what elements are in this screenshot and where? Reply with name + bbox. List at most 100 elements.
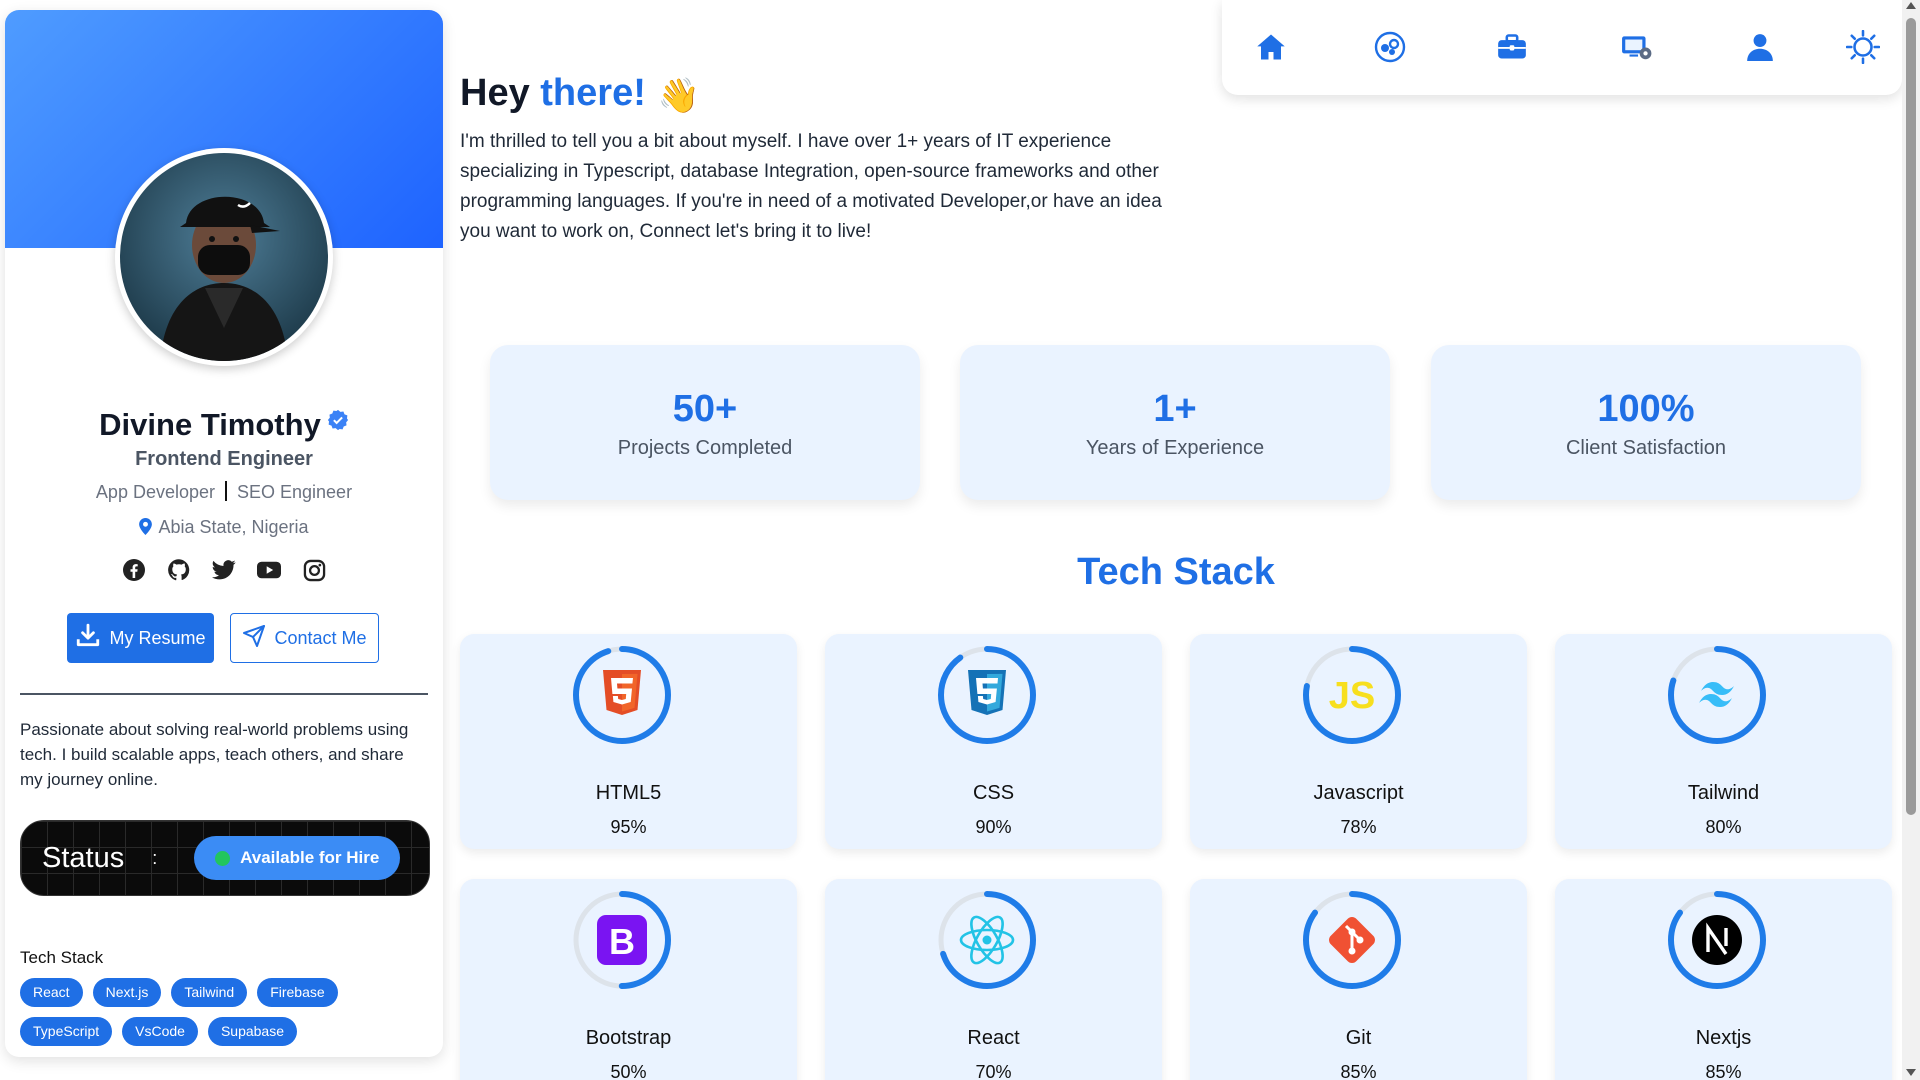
instagram-icon[interactable] <box>302 558 326 582</box>
nextjs-icon <box>1692 915 1742 965</box>
status-dot-icon <box>215 850 231 866</box>
stack-chips: React Next.js Tailwind Firebase TypeScri… <box>20 978 430 1046</box>
social-links <box>5 558 443 582</box>
skill-progress-ring: JS <box>1303 646 1401 744</box>
hero-title: Hey there! 👋 <box>460 72 700 116</box>
status-badge: Available for Hire <box>194 836 401 880</box>
profile-actions: My Resume Contact Me <box>67 613 379 663</box>
resume-button[interactable]: My Resume <box>67 613 214 663</box>
profile-subroles: App Developer SEO Engineer <box>5 481 443 503</box>
contact-button-label: Contact Me <box>274 627 367 648</box>
skill-card-react: React 70% <box>825 879 1162 1080</box>
download-icon <box>75 623 101 654</box>
skill-progress-ring: B <box>573 891 671 989</box>
skill-card-git: Git 85% <box>1190 879 1527 1080</box>
skill-name: Git <box>1345 1027 1372 1049</box>
scroll-up-arrow-icon[interactable] <box>1906 2 1916 9</box>
skill-percent: 70% <box>975 1062 1012 1080</box>
projects-icon[interactable] <box>1620 30 1654 64</box>
tailwind-icon <box>1699 682 1734 707</box>
skill-progress-ring <box>938 646 1036 744</box>
youtube-icon[interactable] <box>257 558 281 582</box>
skill-percent: 95% <box>610 817 647 837</box>
skill-percent: 85% <box>1705 1062 1742 1080</box>
avatar <box>115 148 333 366</box>
chip-react: React <box>20 978 83 1007</box>
contact-button[interactable]: Contact Me <box>230 613 379 663</box>
stat-label: Client Satisfaction <box>1565 437 1727 459</box>
status-label: Status <box>42 841 125 874</box>
subrole-seo-engineer: SEO Engineer <box>237 482 353 502</box>
scroll-down-arrow-icon[interactable] <box>1906 1069 1916 1076</box>
skill-name: React <box>967 1027 1020 1049</box>
hero-greeting: Hey <box>460 72 530 114</box>
profile-location: Abia State, Nigeria <box>5 517 443 540</box>
git-icon <box>1329 917 1375 963</box>
stat-card-satisfaction: 100% Client Satisfaction <box>1431 345 1861 500</box>
scroll-thumb[interactable] <box>1906 18 1916 815</box>
verified-icon <box>327 403 349 439</box>
skill-name: CSS <box>972 782 1015 804</box>
bootstrap-icon: B <box>597 915 647 965</box>
chip-nextjs: Next.js <box>92 978 162 1007</box>
css3-icon <box>968 670 1006 715</box>
skill-progress-ring <box>1668 891 1766 989</box>
subrole-separator <box>225 481 227 501</box>
hero-text: I'm thrilled to tell you a bit about mys… <box>460 131 1162 242</box>
chip-tailwind: Tailwind <box>171 978 248 1007</box>
subrole-app-developer: App Developer <box>95 482 215 502</box>
skill-progress-ring <box>938 891 1036 989</box>
react-icon <box>959 915 1015 965</box>
skill-percent: 90% <box>975 817 1012 837</box>
skill-card-nextjs: Nextjs 85% <box>1555 879 1892 1080</box>
chip-vscode: VsCode <box>122 1017 198 1046</box>
stat-value: 100% <box>1597 388 1695 430</box>
home-icon[interactable] <box>1254 30 1288 64</box>
skill-card-javascript: JS Javascript 78% <box>1190 634 1527 849</box>
services-icon[interactable] <box>1373 30 1407 64</box>
skill-name: Nextjs <box>1695 1027 1752 1049</box>
tech-stack-title: Tech Stack <box>1077 551 1275 593</box>
stack-title: Tech Stack <box>20 948 104 967</box>
profile-name-text: Divine Timothy <box>99 407 321 442</box>
skill-name: Javascript <box>1313 782 1404 804</box>
facebook-icon[interactable] <box>122 558 146 582</box>
skill-percent: 85% <box>1340 1062 1377 1080</box>
stat-card-projects: 50+ Projects Completed <box>490 345 920 500</box>
page-scrollbar[interactable] <box>1902 0 1920 1080</box>
portfolio-icon[interactable] <box>1495 30 1529 64</box>
location-pin-icon <box>139 518 153 540</box>
top-nav <box>1222 0 1902 95</box>
skill-progress-ring <box>1303 891 1401 989</box>
theme-toggle-icon[interactable] <box>1846 30 1880 64</box>
divider <box>20 693 428 695</box>
resume-button-label: My Resume <box>109 627 206 648</box>
stat-value: 1+ <box>1153 388 1197 430</box>
html5-icon <box>603 670 641 715</box>
hero-greeting-accent: there! <box>540 72 646 114</box>
about-icon[interactable] <box>1743 30 1777 64</box>
skill-card-css: CSS 90% <box>825 634 1162 849</box>
skill-name: HTML5 <box>595 782 662 804</box>
profile-bio: Passionate about solving real-world prob… <box>20 720 409 789</box>
skill-progress-ring <box>573 646 671 744</box>
stat-label: Projects Completed <box>617 437 793 459</box>
skill-card-html5: HTML5 95% <box>460 634 797 849</box>
skill-progress-ring <box>1668 646 1766 744</box>
skill-card-bootstrap: B Bootstrap 50% <box>460 879 797 1080</box>
wave-icon: 👋 <box>657 77 701 115</box>
chip-supabase: Supabase <box>207 1017 298 1046</box>
skill-name: Bootstrap <box>585 1027 672 1049</box>
stat-card-experience: 1+ Years of Experience <box>960 345 1390 500</box>
skill-card-tailwind: Tailwind 80% <box>1555 634 1892 849</box>
chip-typescript: TypeScript <box>20 1017 113 1046</box>
profile-card: Divine Timothy Frontend Engineer App Dev… <box>5 10 443 1057</box>
status-bar: Status : Available for Hire <box>20 820 430 896</box>
github-icon[interactable] <box>167 558 191 582</box>
profile-name: Divine Timothy <box>5 403 443 443</box>
send-icon <box>242 624 266 653</box>
status-colon: : <box>152 847 158 868</box>
stat-label: Years of Experience <box>1085 437 1265 459</box>
twitter-icon[interactable] <box>212 558 236 582</box>
skill-percent: 80% <box>1705 817 1742 837</box>
